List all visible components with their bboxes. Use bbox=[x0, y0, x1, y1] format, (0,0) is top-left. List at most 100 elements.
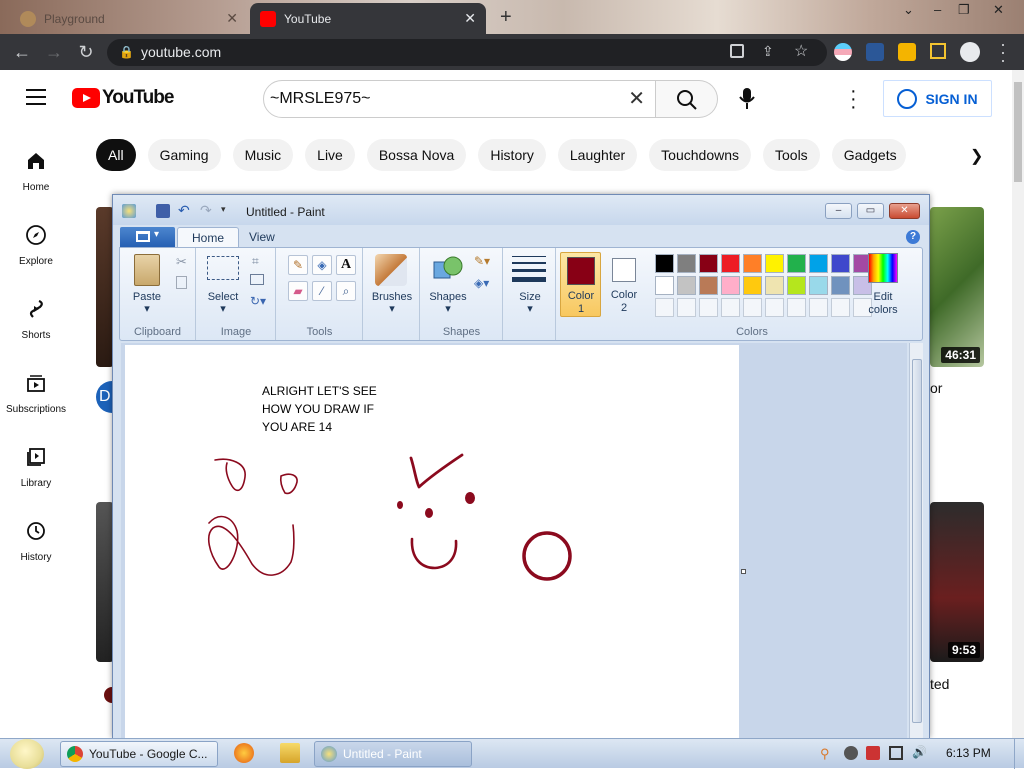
close-icon[interactable]: ✕ bbox=[226, 10, 238, 27]
share-icon[interactable]: ⇪ bbox=[762, 43, 774, 60]
chip-gadgets[interactable]: Gadgets bbox=[831, 139, 906, 171]
extension-flag-icon[interactable] bbox=[834, 43, 852, 61]
palette-swatch[interactable] bbox=[677, 254, 696, 273]
chip-tools[interactable]: Tools bbox=[763, 139, 820, 171]
nav-library[interactable]: Library bbox=[0, 436, 72, 510]
nav-shorts[interactable]: Shorts bbox=[0, 288, 72, 362]
eraser-icon[interactable]: ▰ bbox=[288, 281, 308, 301]
canvas-resize-handle[interactable] bbox=[741, 569, 746, 574]
page-scrollbar[interactable] bbox=[1012, 70, 1024, 738]
nav-subscriptions[interactable]: Subscriptions bbox=[0, 362, 72, 436]
chip-live[interactable]: Live bbox=[305, 139, 355, 171]
palette-swatch[interactable] bbox=[677, 276, 696, 295]
sign-in-button[interactable]: SIGN IN bbox=[883, 80, 992, 117]
crop-icon[interactable]: ⌗ bbox=[252, 254, 259, 269]
custom-color-slot[interactable] bbox=[699, 298, 718, 317]
palette-swatch[interactable] bbox=[743, 276, 762, 295]
brushes-icon[interactable] bbox=[375, 254, 407, 286]
restore-button[interactable]: ❐ bbox=[958, 2, 970, 18]
color1-button[interactable]: Color 1 bbox=[560, 252, 601, 317]
minimize-button[interactable]: – bbox=[825, 203, 852, 219]
undo-icon[interactable]: ↶ bbox=[178, 203, 192, 218]
magnifier-icon[interactable]: ⌕ bbox=[336, 281, 356, 301]
close-window-button[interactable]: ✕ bbox=[889, 203, 920, 219]
copy-icon[interactable] bbox=[176, 276, 187, 289]
customize-qat-icon[interactable]: ▾ bbox=[221, 204, 235, 218]
chip-music[interactable]: Music bbox=[232, 139, 294, 171]
network-icon[interactable] bbox=[889, 746, 903, 760]
search-icon[interactable]: ⚲ bbox=[820, 746, 834, 761]
palette-swatch[interactable] bbox=[721, 276, 740, 295]
edit-colors-icon[interactable] bbox=[868, 253, 898, 283]
reload-icon[interactable]: ↻ bbox=[74, 40, 98, 64]
chip-gaming[interactable]: Gaming bbox=[147, 139, 221, 171]
browser-menu-icon[interactable]: · · · bbox=[1000, 35, 1006, 69]
resize-icon[interactable] bbox=[250, 274, 264, 285]
nav-home[interactable]: Home bbox=[0, 140, 72, 214]
nav-explore[interactable]: Explore bbox=[0, 214, 72, 288]
tab-search-icon[interactable]: ⌄ bbox=[903, 2, 914, 18]
chip-laughter[interactable]: Laughter bbox=[557, 139, 638, 171]
profile-avatar-icon[interactable] bbox=[960, 42, 980, 62]
maximize-button[interactable]: ▭ bbox=[857, 203, 884, 219]
color2-button[interactable]: Color 2 bbox=[604, 252, 644, 317]
chevron-right-icon[interactable]: ❯ bbox=[970, 146, 983, 166]
show-desktop-button[interactable] bbox=[1014, 739, 1024, 769]
forward-arrow-icon[interactable]: → bbox=[42, 40, 66, 64]
video-thumbnail[interactable]: 9:53 bbox=[930, 502, 984, 662]
redo-icon[interactable]: ↷ bbox=[200, 203, 214, 218]
back-arrow-icon[interactable]: ← bbox=[10, 40, 34, 64]
extension-word-icon[interactable] bbox=[866, 43, 884, 61]
start-button[interactable] bbox=[6, 739, 48, 769]
tab-playground[interactable]: Playground ✕ bbox=[10, 3, 248, 34]
video-thumbnail[interactable]: 46:31 bbox=[930, 207, 984, 367]
palette-swatch[interactable] bbox=[765, 276, 784, 295]
tab-view[interactable]: View bbox=[235, 227, 289, 248]
action-center-icon[interactable] bbox=[866, 746, 880, 760]
rotate-icon[interactable]: ↻▾ bbox=[250, 294, 266, 308]
pencil-icon[interactable]: ✎ bbox=[288, 255, 308, 275]
video-title[interactable]: or bbox=[930, 380, 942, 396]
custom-color-slot[interactable] bbox=[743, 298, 762, 317]
hamburger-menu-icon[interactable] bbox=[26, 89, 46, 105]
taskbar-clock[interactable]: 6:13 PM bbox=[946, 746, 991, 760]
edit-colors-label[interactable]: Edit bbox=[861, 291, 905, 303]
palette-swatch[interactable] bbox=[809, 276, 828, 295]
tab-home[interactable]: Home bbox=[177, 227, 240, 248]
close-icon[interactable]: ✕ bbox=[464, 10, 476, 27]
custom-color-slot[interactable] bbox=[831, 298, 850, 317]
new-tab-button[interactable]: + bbox=[500, 6, 512, 29]
palette-swatch[interactable] bbox=[787, 276, 806, 295]
close-window-button[interactable]: ✕ bbox=[993, 2, 1004, 18]
tab-youtube[interactable]: YouTube ✕ bbox=[250, 3, 486, 34]
palette-swatch[interactable] bbox=[721, 254, 740, 273]
custom-color-slot[interactable] bbox=[787, 298, 806, 317]
palette-swatch[interactable] bbox=[743, 254, 762, 273]
install-icon[interactable] bbox=[730, 44, 744, 58]
help-icon[interactable]: ? bbox=[906, 230, 920, 244]
paint-menu-button[interactable] bbox=[120, 227, 175, 247]
size-icon[interactable] bbox=[512, 256, 546, 282]
nav-history[interactable]: History bbox=[0, 510, 72, 584]
paste-icon[interactable] bbox=[134, 254, 160, 286]
custom-color-slot[interactable] bbox=[765, 298, 784, 317]
paint-title-bar[interactable]: ↶ ↷ ▾ Untitled - Paint – ▭ ✕ bbox=[113, 195, 929, 225]
taskbar-item-paint[interactable]: Untitled - Paint bbox=[314, 741, 472, 767]
custom-color-slot[interactable] bbox=[655, 298, 674, 317]
outline-icon[interactable]: ✎▾ bbox=[474, 254, 490, 268]
select-icon[interactable] bbox=[207, 256, 239, 280]
shapes-icon[interactable] bbox=[433, 254, 463, 284]
chip-all[interactable]: All bbox=[96, 139, 136, 171]
search-button[interactable] bbox=[656, 80, 718, 118]
firefox-icon[interactable] bbox=[234, 743, 254, 763]
custom-color-slot[interactable] bbox=[809, 298, 828, 317]
clear-search-icon[interactable]: ✕ bbox=[628, 81, 645, 117]
palette-swatch[interactable] bbox=[831, 276, 850, 295]
file-explorer-icon[interactable] bbox=[280, 743, 300, 763]
taskbar-item-chrome[interactable]: YouTube - Google C... bbox=[60, 741, 218, 767]
search-input[interactable]: ~MRSLE975~ ✕ bbox=[263, 80, 656, 118]
palette-swatch[interactable] bbox=[655, 254, 674, 273]
settings-more-icon[interactable]: · · · bbox=[850, 81, 857, 117]
chip-bossa-nova[interactable]: Bossa Nova bbox=[366, 139, 467, 171]
save-icon[interactable] bbox=[156, 204, 170, 218]
